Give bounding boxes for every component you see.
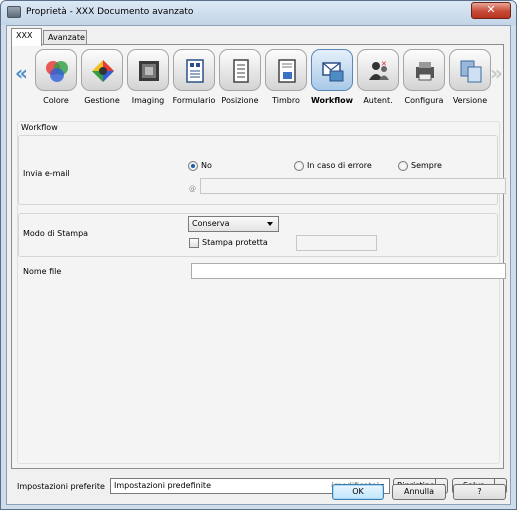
iconbar-item-imaging[interactable]: Imaging [126,49,170,115]
iconbar-item-gestione[interactable]: Gestione [80,49,124,115]
imaging-icon [139,61,159,81]
email-group [18,135,498,205]
svg-text:✕: ✕ [381,60,387,68]
favorites-label: Impostazioni preferite [17,482,105,491]
color-wheel-icon [46,61,68,82]
iconbar-item-formulario[interactable]: Formulario [172,49,216,115]
dialog-client-area: XXX Avanzate « » Colore Gestione Imaging… [6,25,511,505]
properties-window: Proprietà - XXX Documento avanzato ✕ XXX… [0,0,517,510]
email-option-no: No [201,161,212,170]
iconbar-item-posizione[interactable]: Posizione [218,49,262,115]
filename-field[interactable] [191,263,506,279]
workflow-icon [322,62,344,82]
title-bar[interactable]: Proprietà - XXX Documento avanzato ✕ [1,1,516,25]
position-icon [233,59,249,83]
email-address-field[interactable] [200,178,506,194]
iconbar-label: Versione [452,96,488,105]
close-button[interactable]: ✕ [471,2,511,19]
feature-icon-bar: « » Colore Gestione Imaging Formulario P… [12,45,503,119]
iconbar-item-colore[interactable]: Colore [34,49,78,115]
iconbar-item-autent[interactable]: ✕ Autent. [356,49,400,115]
printer-icon [7,6,21,18]
favorites-value: Impostazioni predefinite [114,481,211,490]
iconbar-item-timbro[interactable]: Timbro [264,49,308,115]
print-mode-select[interactable]: Conserva [188,216,279,232]
email-option-always: Sempre [411,161,442,170]
version-icon [460,60,482,83]
iconbar-item-configura[interactable]: Configura [402,49,446,115]
color-management-icon [92,60,114,82]
protected-password-field[interactable] [296,235,377,251]
chevron-down-icon [267,222,273,226]
ok-button[interactable]: OK [332,484,384,500]
iconbar-item-versione[interactable]: Versione [448,49,492,115]
help-button[interactable]: ? [453,484,506,500]
tab-panel: « » Colore Gestione Imaging Formulario P… [11,44,506,469]
iconbar-item-workflow[interactable]: Workflow [310,49,354,115]
cancel-button[interactable]: Annulla [392,484,446,500]
protected-print-checkbox[interactable] [189,238,199,248]
email-radio-no[interactable] [188,161,198,171]
email-label: Invia e-mail [23,169,70,178]
filename-label: Nome file [23,267,62,276]
form-icon [186,59,204,83]
authentication-icon: ✕ [369,60,389,80]
email-radio-always[interactable] [398,161,408,171]
email-option-on-error: In caso di errore [307,161,372,170]
tab-xxx[interactable]: XXX [11,28,42,46]
workflow-settings-area: Workflow Invia e-mail No In caso di erro… [17,121,506,464]
print-mode-value: Conserva [192,219,230,228]
stamp-icon [278,59,296,83]
window-title: Proprietà - XXX Documento avanzato [26,7,194,17]
email-radio-on-error[interactable] [294,161,304,171]
at-icon: @ [189,185,196,193]
section-title: Workflow [21,123,58,132]
print-mode-label: Modo di Stampa [23,229,89,238]
protected-print-label: Stampa protetta [202,238,268,247]
printer-config-icon [416,62,434,81]
scroll-left-icon[interactable]: « [15,61,28,85]
